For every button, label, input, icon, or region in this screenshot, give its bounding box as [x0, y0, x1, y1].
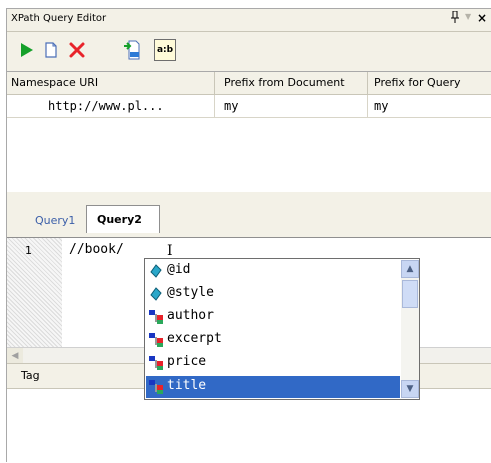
pin-icon[interactable] — [451, 10, 459, 26]
column-header-namespace-uri[interactable]: Namespace URI — [11, 76, 98, 89]
tab-query2[interactable]: Query2 — [86, 205, 160, 233]
attribute-icon — [150, 287, 162, 301]
dropdown-menu-icon[interactable]: ▼ — [465, 12, 471, 21]
autocomplete-item-label: title — [167, 378, 207, 393]
new-document-icon — [45, 42, 57, 58]
new-query-button[interactable] — [41, 40, 61, 60]
autocomplete-item-title[interactable]: title — [146, 376, 400, 398]
autocomplete-item-excerpt[interactable]: excerpt — [146, 329, 400, 351]
autocomplete-item-label: excerpt — [167, 331, 222, 346]
namespace-prefix-button[interactable]: a:b — [154, 39, 176, 61]
column-header-prefix-from-document[interactable]: Prefix from Document — [224, 76, 345, 89]
namespace-grid: Namespace URI Prefix from Document Prefi… — [7, 71, 491, 192]
column-header-prefix-for-query[interactable]: Prefix for Query — [374, 76, 460, 89]
results-body — [7, 389, 491, 463]
tab-query2-label: Query2 — [97, 213, 142, 226]
namespace-uri-cell[interactable]: http://www.pl... — [48, 99, 164, 113]
delete-query-button[interactable] — [67, 40, 87, 60]
autocomplete-item-label: price — [167, 354, 207, 369]
table-row[interactable]: http://www.pl... my my — [7, 95, 491, 118]
tab-query1[interactable]: Query1 — [35, 214, 75, 227]
prefix-for-query-cell[interactable]: my — [374, 99, 388, 113]
prefix-from-document-cell[interactable]: my — [224, 99, 238, 113]
panel-title: XPath Query Editor — [11, 13, 107, 24]
element-icon — [149, 356, 163, 370]
line-number-gutter: 1 — [7, 238, 62, 348]
text-cursor-icon: I — [167, 243, 173, 259]
namespace-grid-header: Namespace URI Prefix from Document Prefi… — [7, 72, 491, 95]
column-header-tag[interactable]: Tag — [21, 369, 40, 382]
query-text[interactable]: //book/ — [69, 242, 124, 257]
xml-import-icon — [124, 40, 140, 60]
autocomplete-scrollbar[interactable]: ▲ ▼ — [401, 260, 419, 398]
run-query-button[interactable] — [16, 40, 36, 60]
load-xml-button[interactable] — [123, 40, 143, 60]
autocomplete-item-author[interactable]: author — [146, 306, 400, 328]
autocomplete-item-label: author — [167, 308, 214, 323]
panel-titlebar: XPath Query Editor ▼ × — [7, 9, 491, 32]
scroll-down-icon[interactable]: ▼ — [401, 380, 419, 398]
attribute-icon — [150, 264, 162, 278]
element-icon — [149, 333, 163, 347]
autocomplete-item-label: @id — [167, 262, 191, 277]
autocomplete-item-style[interactable]: @style — [146, 283, 400, 305]
scroll-up-icon[interactable]: ▲ — [401, 260, 419, 278]
line-number: 1 — [25, 244, 32, 257]
element-icon — [149, 380, 163, 394]
autocomplete-item-label: @style — [167, 285, 214, 300]
element-icon — [149, 310, 163, 324]
delete-icon — [69, 42, 85, 58]
autocomplete-item-price[interactable]: price — [146, 352, 400, 374]
autocomplete-popup: @id @style author excerpt price title ▲ … — [144, 258, 420, 400]
autocomplete-item-id[interactable]: @id — [146, 260, 400, 282]
close-icon[interactable]: × — [477, 11, 487, 25]
scroll-left-icon[interactable]: ◀ — [7, 348, 23, 364]
run-icon — [21, 43, 33, 57]
query-tabs: Query1 Query2 — [7, 199, 491, 237]
scrollbar-thumb[interactable] — [402, 280, 418, 308]
toolbar: a:b — [7, 31, 491, 71]
